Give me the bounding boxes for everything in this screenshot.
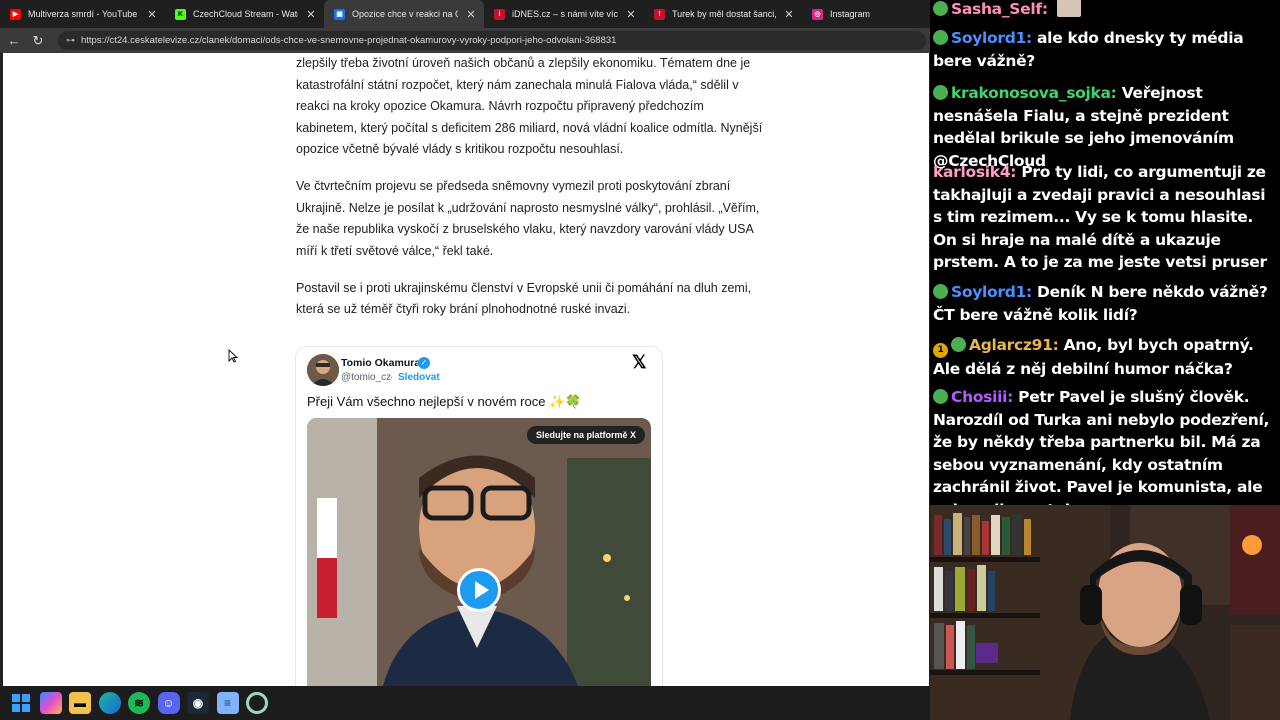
verified-badge-icon: ✓ [418,357,430,369]
edge-icon[interactable] [98,692,121,714]
obs-icon[interactable] [246,692,268,714]
chat-message: Soylord1: Deník N bere někdo vážně? ČT b… [933,281,1278,326]
article-body: zlepšily třeba životní úroveň našich obč… [296,53,766,336]
instagram-icon: ◎ [812,8,823,20]
clover-badge-icon [933,85,948,100]
tab-kick[interactable]: K CzechCloud Stream - Watch Live o ✕ [165,0,324,28]
back-icon[interactable]: ← [2,33,26,48]
chat-username[interactable]: Sasha_Self: [951,0,1048,18]
watch-on-x-label[interactable]: Sledujte na platformě X [526,426,645,444]
stream-chat: Sasha_Self: Soylord1: ale kdo dnesky ty … [930,0,1280,505]
refresh-icon[interactable]: ↻ [26,33,50,49]
page-viewport: zlepšily třeba životní úroveň našich obč… [3,53,929,686]
tab-instagram[interactable]: ◎ Instagram [802,0,930,28]
close-icon[interactable]: ✕ [624,8,638,21]
close-icon[interactable]: ✕ [464,8,478,21]
emote-icon [1056,0,1081,17]
steam-icon[interactable]: ◉ [187,692,209,714]
address-bar: ← ↻ ⊶ https://ct24.ceskatelevize.cz/clan… [0,28,930,53]
chat-username[interactable]: karlosik4: [933,163,1017,181]
url-text: https://ct24.ceskatelevize.cz/clanek/dom… [81,35,617,46]
discord-icon[interactable]: ☺ [157,692,180,714]
tab-title: CzechCloud Stream - Watch Live o [193,9,298,19]
notepad-icon[interactable]: ≡ [216,692,239,714]
chat-username[interactable]: Soylord1: [951,283,1032,301]
chat-message: Soylord1: ale kdo dnesky ty média bere v… [933,27,1278,72]
close-icon[interactable]: ✕ [145,8,159,21]
close-icon[interactable]: ✕ [304,8,318,21]
youtube-icon: ▶ [10,8,21,20]
url-field[interactable]: ⊶ https://ct24.ceskatelevize.cz/clanek/d… [58,31,926,50]
clover-badge-icon [933,389,948,404]
tweet-author-handle[interactable]: @tomio_cz [341,372,391,383]
mouse-cursor-icon [228,349,238,363]
tab-article[interactable]: ! Turek by měl dostat šanci, říká Bab ✕ [644,0,802,28]
clover-badge-icon [933,284,948,299]
clover-badge-icon [933,1,948,16]
video-thumbnail-icon [307,418,651,686]
avatar[interactable] [307,354,339,386]
tab-title: Multiverza smrdí - YouTube [28,9,138,19]
copilot-icon[interactable] [39,692,62,714]
chat-username[interactable]: krakonosova_sojka: [951,84,1117,102]
follow-link[interactable]: Sledovat [398,372,440,383]
tweet-text: Přeji Vám všechno nejlepší v novém roce … [307,394,582,409]
x-logo-icon[interactable]: 𝕏 [632,352,647,373]
chat-username[interactable]: Aglarcz91: [969,336,1059,354]
tab-bar: ▶ Multiverza smrdí - YouTube ✕ K CzechCl… [0,0,930,28]
close-icon[interactable]: ✕ [782,8,796,21]
article-paragraph: zlepšily třeba životní úroveň našich obč… [296,56,763,156]
tab-title: iDNES.cz – s námi víte víc [512,9,618,19]
play-button-icon[interactable] [457,568,501,612]
chat-username[interactable]: Soylord1: [951,29,1032,47]
subscriber-badge-icon: 1 [933,343,948,358]
news-icon: ! [654,8,665,20]
windows-icon[interactable] [10,692,32,714]
ct24-icon: ▣ [334,8,345,20]
tab-youtube[interactable]: ▶ Multiverza smrdí - YouTube ✕ [0,0,165,28]
browser-window: ▶ Multiverza smrdí - YouTube ✕ K CzechCl… [0,0,930,720]
spotify-icon[interactable]: ≋ [128,692,150,714]
avatar-image-icon [307,354,339,386]
article-paragraph: Postavil se i proti ukrajinskému členstv… [296,280,752,317]
tab-title: Instagram [830,9,871,19]
embedded-tweet[interactable]: Tomio Okamura ✓ @tomio_cz · Sledovat 𝕏 P… [295,346,663,686]
taskbar: ▬ ≋ ☺ ◉ ≡ [0,686,930,720]
chat-message: 1 Aglarcz91: Ano, byl bych opatrný. Ale d… [933,334,1278,381]
idnes-icon: i [494,8,505,20]
chat-message: krakonosova_sojka: Veřejnost nesnášela F… [933,82,1278,172]
site-info-icon[interactable]: ⊶ [66,35,75,46]
webcam-feed-icon [930,505,1280,720]
file-explorer-icon[interactable]: ▬ [69,692,91,714]
chat-message: Sasha_Self: [933,0,1278,21]
tab-title: Opozice chce v reakci na Okamur [352,9,458,19]
tweet-author-name[interactable]: Tomio Okamura [341,357,420,369]
chat-message: karlosik4: Pro ty lidi, co argumentuji z… [933,161,1278,274]
tweet-video[interactable]: Sledujte na platformě X [307,418,651,686]
tab-idnes[interactable]: i iDNES.cz – s námi víte víc ✕ [484,0,644,28]
kick-icon: K [175,8,186,20]
webcam-overlay [930,505,1280,720]
handle-separator: · [390,372,394,383]
tab-ct24[interactable]: ▣ Opozice chce v reakci na Okamur ✕ [324,0,484,28]
article-paragraph: Ve čtvrtečním projevu se předseda sněmov… [296,179,760,258]
chat-username[interactable]: Chosiii: [951,388,1013,406]
clover-badge-icon [933,30,948,45]
clover-badge-icon [951,337,966,352]
chat-message: Chosiii: Petr Pavel je slušný člověk. Na… [933,386,1278,505]
tab-title: Turek by měl dostat šanci, říká Bab [672,9,776,19]
